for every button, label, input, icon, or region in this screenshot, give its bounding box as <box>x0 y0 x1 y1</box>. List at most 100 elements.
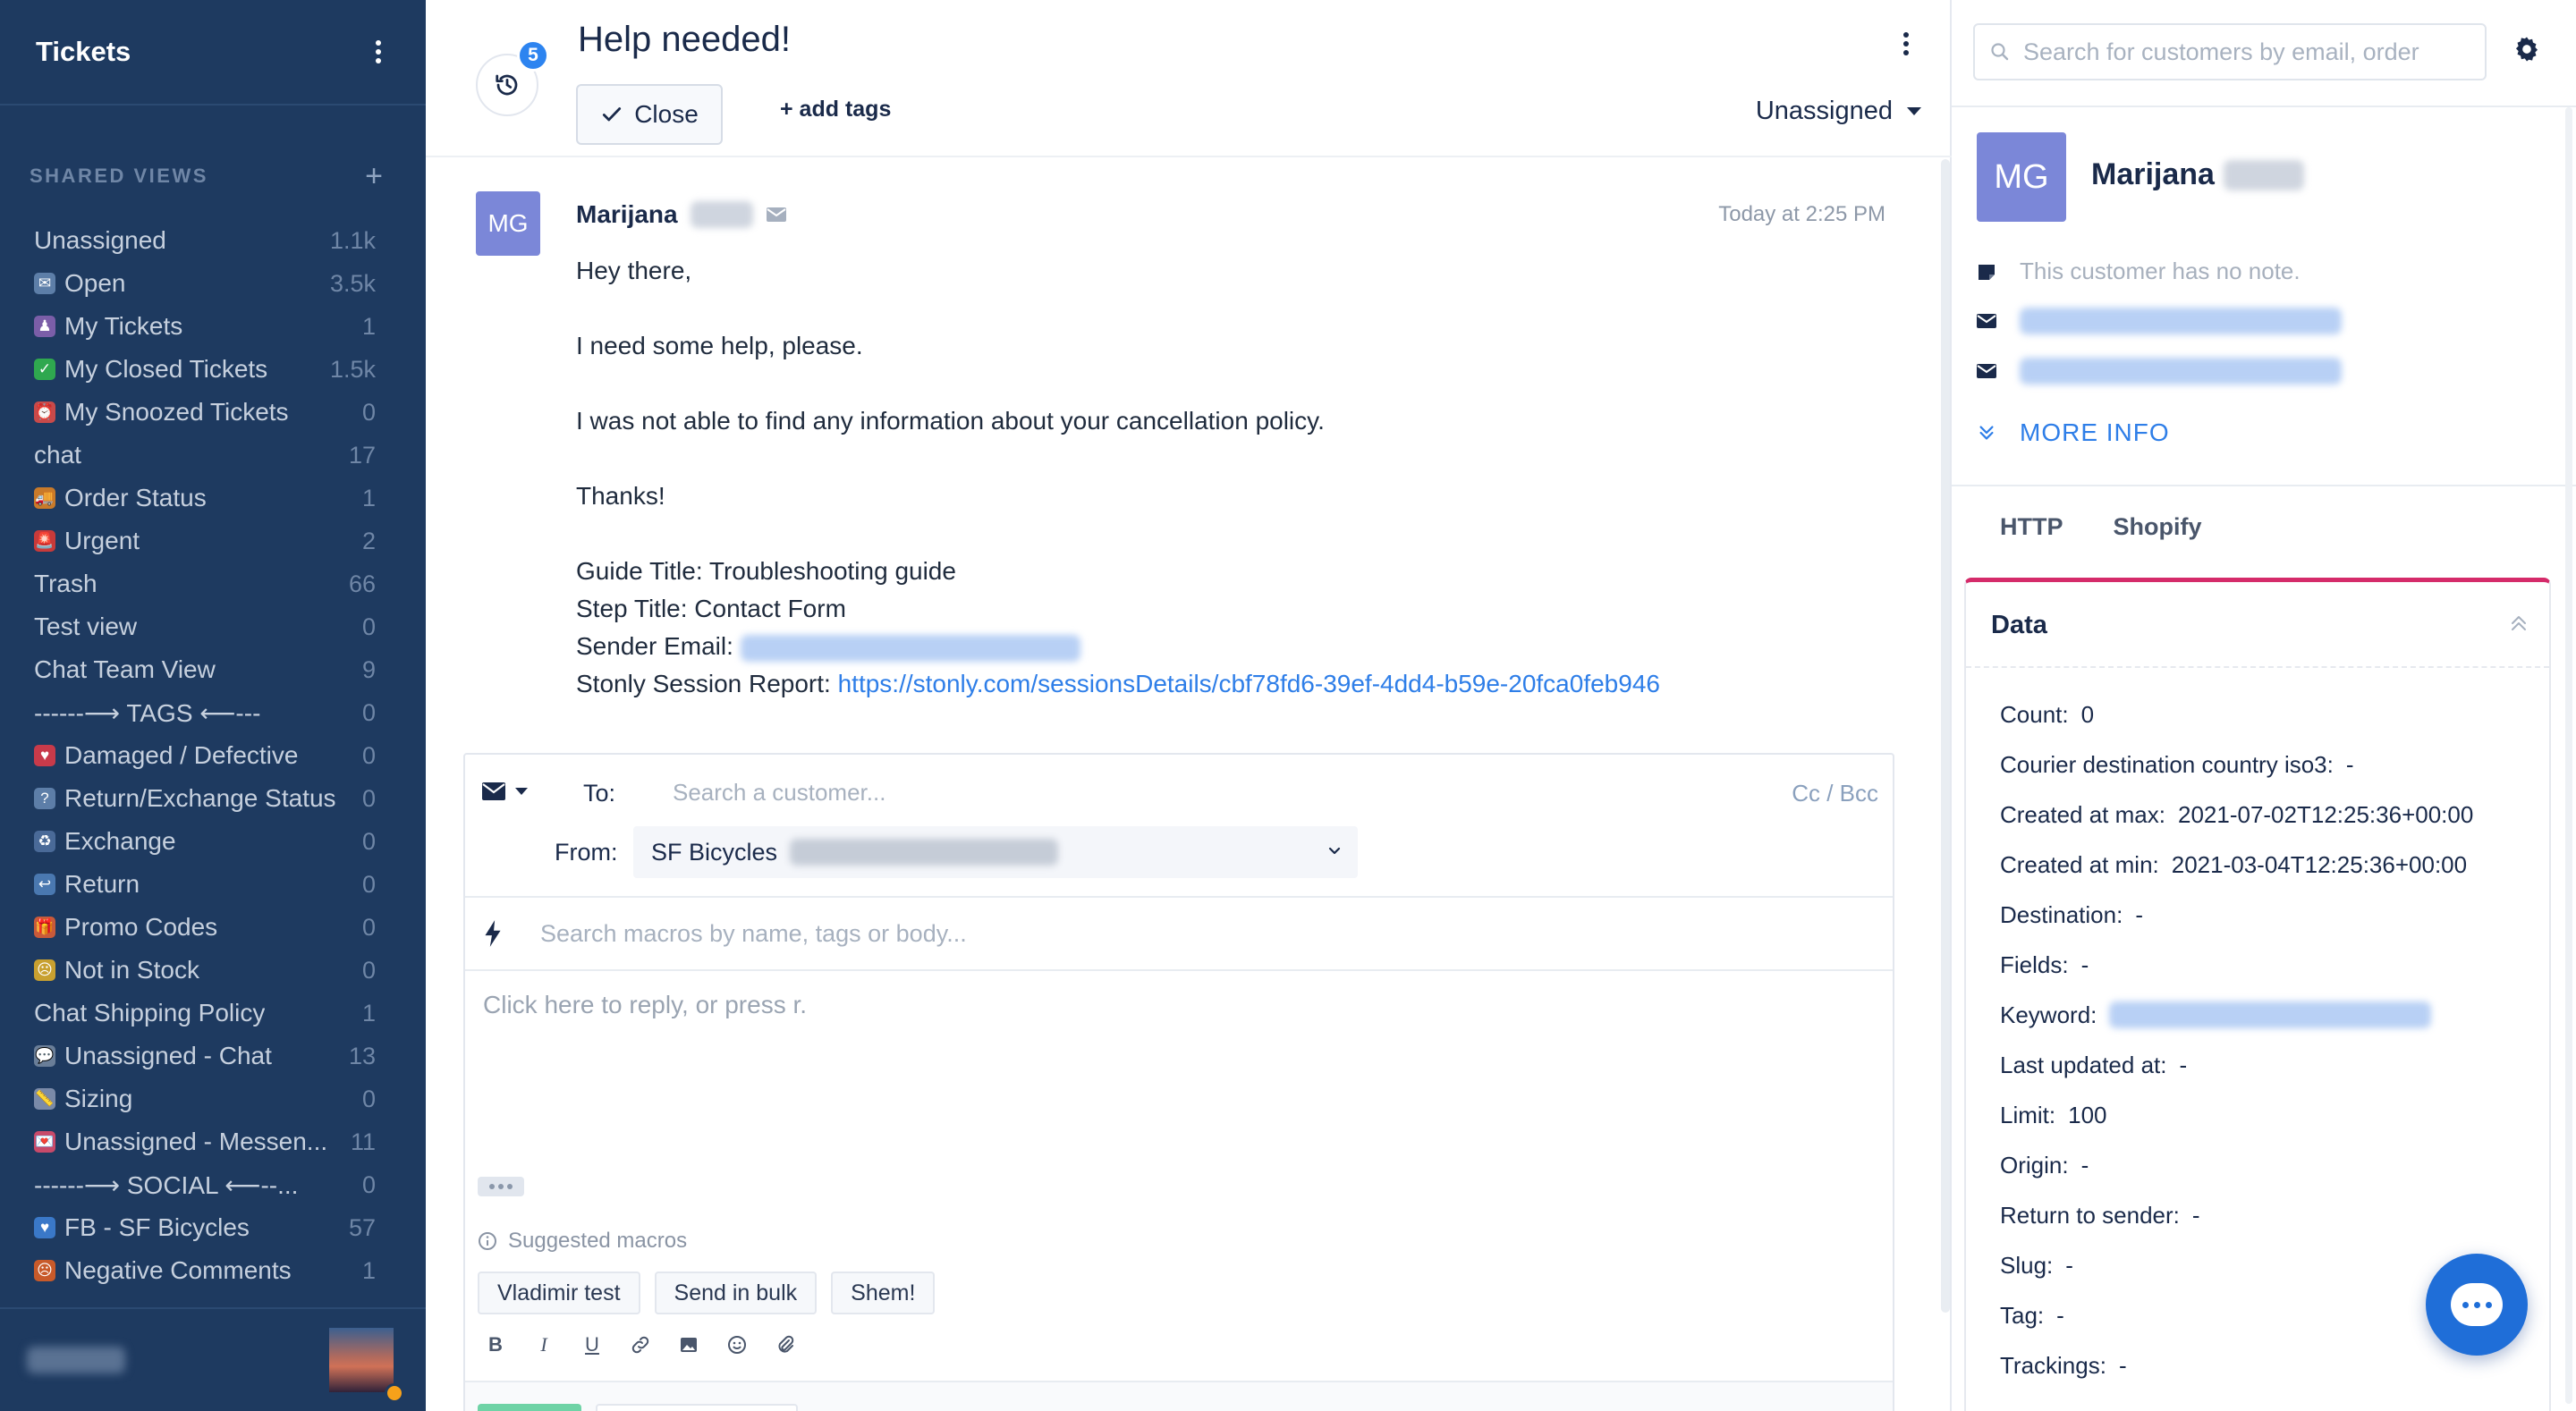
sidebar-view-item[interactable]: ☹ Negative Comments 1 <box>0 1249 426 1292</box>
sidebar-view-item[interactable]: 💬 Unassigned - Chat 13 <box>0 1035 426 1077</box>
sidebar-view-item[interactable]: 🚚 Order Status 1 <box>0 477 426 520</box>
message-line: I was not able to find any information a… <box>576 407 1325 435</box>
sidebar-view-item[interactable]: 💌 Unassigned - Messen... 11 <box>0 1120 426 1163</box>
data-field-value: - <box>2191 1201 2200 1229</box>
assignee-dropdown[interactable]: Unassigned <box>1756 97 1921 126</box>
to-recipient-input[interactable] <box>673 774 1657 810</box>
sidebar-view-item[interactable]: 📏 Sizing 0 <box>0 1077 426 1120</box>
sidebar-view-item[interactable]: ✓ My Closed Tickets 1.5k <box>0 348 426 391</box>
panel-scrollbar[interactable] <box>2565 107 2572 1404</box>
views-list: Unassigned 1.1k ✉ Open 3.5k ♟ My Tickets 1 ✓ My C… <box>0 219 426 1292</box>
main-scrollbar[interactable] <box>1941 159 1950 1313</box>
more-info-toggle[interactable]: MORE INFO <box>1977 418 2170 447</box>
italic-icon[interactable]: I <box>531 1332 556 1357</box>
sidebar-view-item[interactable]: ✉ Open 3.5k <box>0 262 426 305</box>
image-icon[interactable] <box>676 1332 701 1357</box>
view-item-main: ♟ My Tickets <box>34 312 182 341</box>
macro-chip[interactable]: Shem! <box>831 1272 936 1314</box>
macro-chip[interactable]: Vladimir test <box>478 1272 640 1314</box>
emoji-icon[interactable] <box>724 1332 750 1357</box>
message-greeting: Hey there, <box>576 257 692 284</box>
sidebar-view-item[interactable]: ------⟶ SOCIAL ⟵--... 0 <box>0 1163 426 1206</box>
bold-icon[interactable]: B <box>483 1332 508 1357</box>
sidebar-view-item[interactable]: ? Return/Exchange Status 0 <box>0 777 426 820</box>
channel-selector[interactable] <box>481 782 528 801</box>
sidebar-view-item[interactable]: ------⟶ TAGS ⟵--- 0 <box>0 691 426 734</box>
data-field-row: Destination: - <box>2000 890 2473 940</box>
view-item-main: 🚚 Order Status <box>34 484 207 512</box>
session-report-link[interactable]: https://stonly.com/sessionsDetails/cbf78… <box>838 670 1660 697</box>
sidebar-view-item[interactable]: ♥ FB - SF Bicycles 57 <box>0 1206 426 1249</box>
current-user-name[interactable]: user <box>27 1347 125 1373</box>
send-options-button[interactable] <box>596 1404 798 1411</box>
customer-last-name-redacted <box>2223 159 2304 190</box>
sidebar-header: Tickets <box>0 0 426 106</box>
add-view-button[interactable]: + <box>365 161 383 191</box>
sidebar-view-item[interactable]: ↩ Return 0 <box>0 863 426 906</box>
ticket-title[interactable]: Help needed! <box>578 20 791 60</box>
sidebar-view-item[interactable]: ♥ Damaged / Defective 0 <box>0 734 426 777</box>
view-count: 0 <box>361 398 376 426</box>
add-tags-button[interactable]: + add tags <box>780 97 891 123</box>
view-item-main: ♥ FB - SF Bicycles <box>34 1213 250 1242</box>
customer-email[interactable] <box>1977 358 2342 384</box>
customer-note[interactable]: This customer has no note. <box>1977 258 2301 285</box>
view-count: 0 <box>361 913 376 941</box>
view-count: 17 <box>348 441 376 469</box>
view-emoji-icon: ✉ <box>34 273 55 294</box>
tab-shopify[interactable]: Shopify <box>2114 513 2202 541</box>
collapse-icon[interactable] <box>2508 613 2529 634</box>
show-more-button[interactable] <box>478 1177 524 1196</box>
suggested-macros-label: Suggested macros <box>508 1229 688 1253</box>
sender-email-link-redacted[interactable] <box>740 634 1080 662</box>
cc-bcc-toggle[interactable]: Cc / Bcc <box>1792 780 1878 807</box>
data-card-title: Data <box>1991 611 2047 639</box>
close-ticket-button[interactable]: Close <box>576 84 723 145</box>
chat-widget-button[interactable] <box>2426 1254 2528 1356</box>
view-label: FB - SF Bicycles <box>64 1213 250 1241</box>
link-icon[interactable] <box>628 1332 653 1357</box>
sidebar-menu-icon[interactable] <box>367 35 390 69</box>
attachment-icon[interactable] <box>773 1332 798 1357</box>
from-select[interactable]: SF Bicycles <box>633 826 1358 878</box>
macro-search-input[interactable] <box>540 914 1792 953</box>
data-field-value: - <box>2179 1051 2188 1078</box>
sidebar-view-item[interactable]: Trash 66 <box>0 562 426 605</box>
data-field-row: Count: 0 <box>2000 689 2473 739</box>
view-count: 66 <box>348 570 376 597</box>
sidebar-view-item[interactable]: chat 17 <box>0 434 426 477</box>
view-label: ------⟶ TAGS ⟵--- <box>34 698 261 727</box>
sidebar-view-item[interactable]: ♻ Exchange 0 <box>0 820 426 863</box>
sidebar-view-item[interactable]: Unassigned 1.1k <box>0 219 426 262</box>
macro-chip[interactable]: Send in bulk <box>654 1272 818 1314</box>
sidebar-view-item[interactable]: Chat Team View 9 <box>0 648 426 691</box>
sender-avatar: MG <box>476 191 540 256</box>
sidebar-view-item[interactable]: ☹ Not in Stock 0 <box>0 949 426 992</box>
send-button[interactable] <box>478 1404 581 1411</box>
formatting-toolbar: B I U <box>483 1332 798 1357</box>
divider <box>1952 106 2576 107</box>
ticket-menu-icon[interactable] <box>1894 27 1918 61</box>
data-field-row: Tag: - <box>2000 1290 2473 1340</box>
customer-search-input[interactable] <box>2023 38 2470 66</box>
customer-name[interactable]: Marijana <box>2091 157 2304 192</box>
data-card-header[interactable]: Data <box>1966 582 2549 668</box>
sidebar-view-item[interactable]: 🚨 Urgent 2 <box>0 520 426 562</box>
tab-http[interactable]: HTTP <box>2000 513 2063 541</box>
data-field-row: Origin: - <box>2000 1140 2473 1190</box>
history-count-badge: 5 <box>517 39 549 72</box>
sidebar-view-item[interactable]: ⏰ My Snoozed Tickets 0 <box>0 391 426 434</box>
customer-email[interactable] <box>1977 308 2342 334</box>
sidebar-view-item[interactable]: Chat Shipping Policy 1 <box>0 992 426 1035</box>
message-sender[interactable]: Marijana <box>576 200 787 229</box>
sidebar-view-item[interactable]: Test view 0 <box>0 605 426 648</box>
view-count: 1 <box>361 484 376 511</box>
current-user-avatar[interactable] <box>329 1328 404 1403</box>
sidebar-view-item[interactable]: 🎁 Promo Codes 0 <box>0 906 426 949</box>
customer-search[interactable] <box>1973 23 2487 80</box>
underline-icon[interactable]: U <box>580 1332 605 1357</box>
sidebar-view-item[interactable]: ♟ My Tickets 1 <box>0 305 426 348</box>
settings-button[interactable] <box>2512 34 2542 69</box>
message-timestamp: Today at 2:25 PM <box>1718 202 1885 226</box>
reply-body-input[interactable]: Click here to reply, or press r. <box>483 991 807 1019</box>
